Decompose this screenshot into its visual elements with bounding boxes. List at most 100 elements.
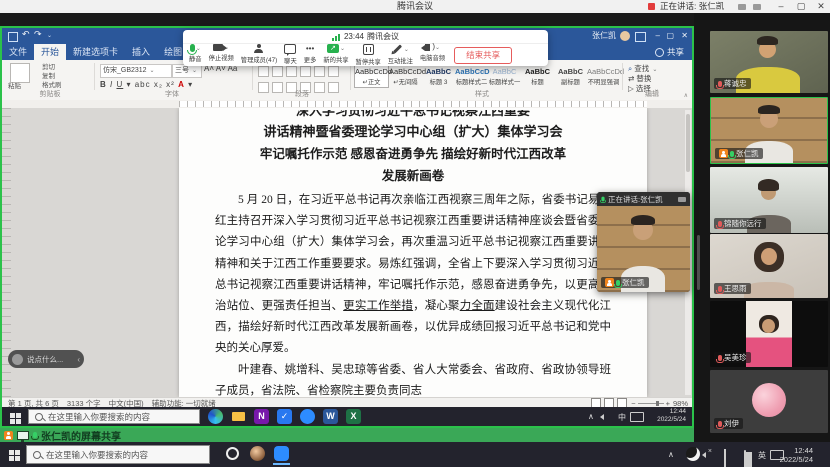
- group-separator: [252, 63, 253, 90]
- share-button[interactable]: 共享: [655, 46, 684, 58]
- cortana-ring-icon[interactable]: [226, 447, 239, 460]
- end-share-button[interactable]: 结束共享: [454, 47, 512, 64]
- screen: 腾讯会议 正在讲话: 张仁凯 – ▢ ✕ ↶ ↷ ⌄ 张仁凯 – ▢ ✕: [0, 0, 830, 467]
- touch-keyboard-icon[interactable]: [630, 412, 644, 422]
- taskbar-search[interactable]: 在这里输入你要搜索的内容: [26, 445, 210, 464]
- participant-tile[interactable]: 蒋诚忠: [710, 31, 828, 93]
- style-title[interactable]: AaBbC标题: [521, 66, 554, 87]
- excel-icon[interactable]: X: [346, 409, 361, 424]
- participant-tile[interactable]: 刘伊: [710, 370, 828, 433]
- avatar[interactable]: [620, 31, 630, 41]
- tencent-meeting-icon[interactable]: [274, 446, 289, 461]
- more-button[interactable]: •••更多: [304, 44, 317, 66]
- mic-muted-icon: [718, 81, 722, 87]
- style-no-spacing[interactable]: AaBbCcDd↵无间隔: [389, 66, 422, 87]
- font-format-buttons[interactable]: B I U ▾ abc x₂ x² A ▾: [100, 80, 193, 89]
- scrollbar-thumb[interactable]: [686, 114, 690, 172]
- zoom-slider[interactable]: [638, 403, 664, 404]
- participant-nameplate: 刘伊: [714, 418, 743, 429]
- battery-icon[interactable]: [744, 450, 746, 467]
- word-account-name[interactable]: 张仁凯: [592, 28, 616, 44]
- annotate-button[interactable]: ⌄互动批注: [388, 44, 413, 66]
- ime-indicator[interactable]: 英: [758, 450, 766, 461]
- tray-chevron-icon[interactable]: ∧: [588, 412, 594, 421]
- person-icon: [655, 48, 664, 57]
- floating-speaker-video[interactable]: 正在讲话:张仁凯 张仁凯: [597, 192, 690, 292]
- start-button[interactable]: [10, 413, 15, 418]
- cut-button[interactable]: 剪切: [42, 63, 55, 72]
- collapse-ribbon-icon[interactable]: ∧: [684, 92, 688, 99]
- audio-wave-icon[interactable]: [738, 4, 746, 10]
- restore-float-icon[interactable]: [753, 4, 761, 10]
- camera-icon: [213, 44, 223, 51]
- stop-video-button[interactable]: ⌄停止视频: [209, 44, 234, 66]
- audio-icon: [425, 44, 430, 51]
- mute-button[interactable]: ⌄静音: [189, 44, 202, 66]
- document-page[interactable]: 深入学习贯彻习近平总书记视察江西重要 讲话精神暨省委理论学习中心组（扩大）集体学…: [179, 108, 647, 397]
- start-button[interactable]: [9, 450, 14, 455]
- style-heading-one[interactable]: AaBbC标题样式一: [488, 66, 521, 87]
- minimize-button[interactable]: –: [772, 0, 790, 13]
- tencent-meeting-icon[interactable]: [300, 409, 315, 424]
- pause-share-button[interactable]: 暂停共享: [356, 44, 381, 66]
- computer-audio-button[interactable]: ⌄电脑音频: [420, 44, 445, 66]
- camera-icon[interactable]: [678, 197, 686, 202]
- edge-icon[interactable]: [208, 409, 223, 424]
- host-badge-icon: [605, 278, 614, 287]
- new-share-button[interactable]: ↗⌄新的共享: [323, 44, 348, 66]
- close-button[interactable]: ✕: [812, 0, 830, 13]
- word-minimize-button[interactable]: –: [656, 28, 660, 44]
- redo-icon[interactable]: ↷: [34, 29, 42, 40]
- meeting-duration: 23:44: [344, 32, 364, 41]
- floating-video-nameplate: 张仁凯: [601, 277, 649, 288]
- tab-insert[interactable]: 插入: [125, 44, 157, 60]
- onenote-icon[interactable]: N: [254, 409, 269, 424]
- shared-screen: ↶ ↷ ⌄ 张仁凯 – ▢ ✕ 文件 开始 新建选项卡 插入 绘图 设计 布局: [0, 26, 694, 428]
- style-heading3[interactable]: AaBbC标题 3: [422, 66, 455, 87]
- checkmark-app-icon[interactable]: ✓: [277, 409, 292, 424]
- quick-access-caret-icon[interactable]: ⌄: [47, 32, 52, 39]
- replace-button[interactable]: ⇄ 替换: [628, 74, 651, 84]
- style-subtle-emphasis[interactable]: AaBbCcDd不明显强调: [587, 66, 620, 87]
- file-explorer-icon[interactable]: [232, 412, 245, 421]
- pinned-avatar-app-icon[interactable]: [250, 446, 265, 461]
- tab-home[interactable]: 开始: [34, 44, 66, 60]
- style-heading-two[interactable]: AaBbCcD标题样式二: [455, 66, 488, 87]
- collapse-icon[interactable]: ‹: [77, 355, 80, 364]
- word-icon[interactable]: W: [323, 409, 338, 424]
- sidebar-scrollbar[interactable]: [697, 235, 700, 290]
- clock[interactable]: 12:442022/5/24: [779, 446, 813, 464]
- horizontal-ruler[interactable]: [2, 100, 692, 108]
- participant-tile[interactable]: 锦随你远行: [710, 167, 828, 233]
- shared-taskbar-search[interactable]: 在这里输入你要搜索的内容: [28, 409, 200, 424]
- ime-indicator[interactable]: 中: [618, 412, 626, 423]
- tab-custom[interactable]: 新建选项卡: [66, 44, 125, 60]
- participant-tile[interactable]: 王思雨: [710, 234, 828, 298]
- clock[interactable]: 12:442022/5/24: [646, 408, 686, 424]
- paste-button[interactable]: [10, 63, 30, 83]
- search-icon: [33, 451, 41, 459]
- save-icon[interactable]: [8, 32, 18, 42]
- style-subtitle[interactable]: AaBbC副标题: [554, 66, 587, 87]
- qq-icon[interactable]: [686, 447, 700, 461]
- manage-members-button[interactable]: 管理成员(47): [241, 44, 277, 66]
- network-icon[interactable]: [724, 449, 726, 467]
- copy-button[interactable]: 复制: [42, 72, 55, 81]
- maximize-button[interactable]: ▢: [792, 0, 810, 13]
- participant-tile[interactable]: 吴美珍: [710, 301, 828, 367]
- undo-icon[interactable]: ↶: [22, 29, 30, 40]
- chat-button[interactable]: 聊天: [284, 44, 297, 66]
- style-normal[interactable]: AaBbCcDd↵正文: [354, 65, 389, 88]
- chat-placeholder: 说点什么...: [27, 354, 63, 365]
- tab-file[interactable]: 文件: [2, 44, 34, 60]
- chat-quick-input[interactable]: 说点什么... ‹: [8, 350, 84, 368]
- font-size-select[interactable]: 三号 ⌄: [172, 64, 202, 78]
- ribbon-options-icon[interactable]: [635, 32, 646, 42]
- word-maximize-button[interactable]: ▢: [666, 28, 674, 44]
- participant-tile-active[interactable]: 张仁凯: [710, 97, 828, 164]
- tray-chevron-icon[interactable]: ∧: [668, 450, 674, 459]
- mic-on-icon: [616, 280, 620, 286]
- mic-muted-icon: [718, 221, 722, 227]
- font-name-select[interactable]: 仿宋_GB2312 ⌄: [100, 64, 172, 78]
- word-close-button[interactable]: ✕: [681, 28, 688, 44]
